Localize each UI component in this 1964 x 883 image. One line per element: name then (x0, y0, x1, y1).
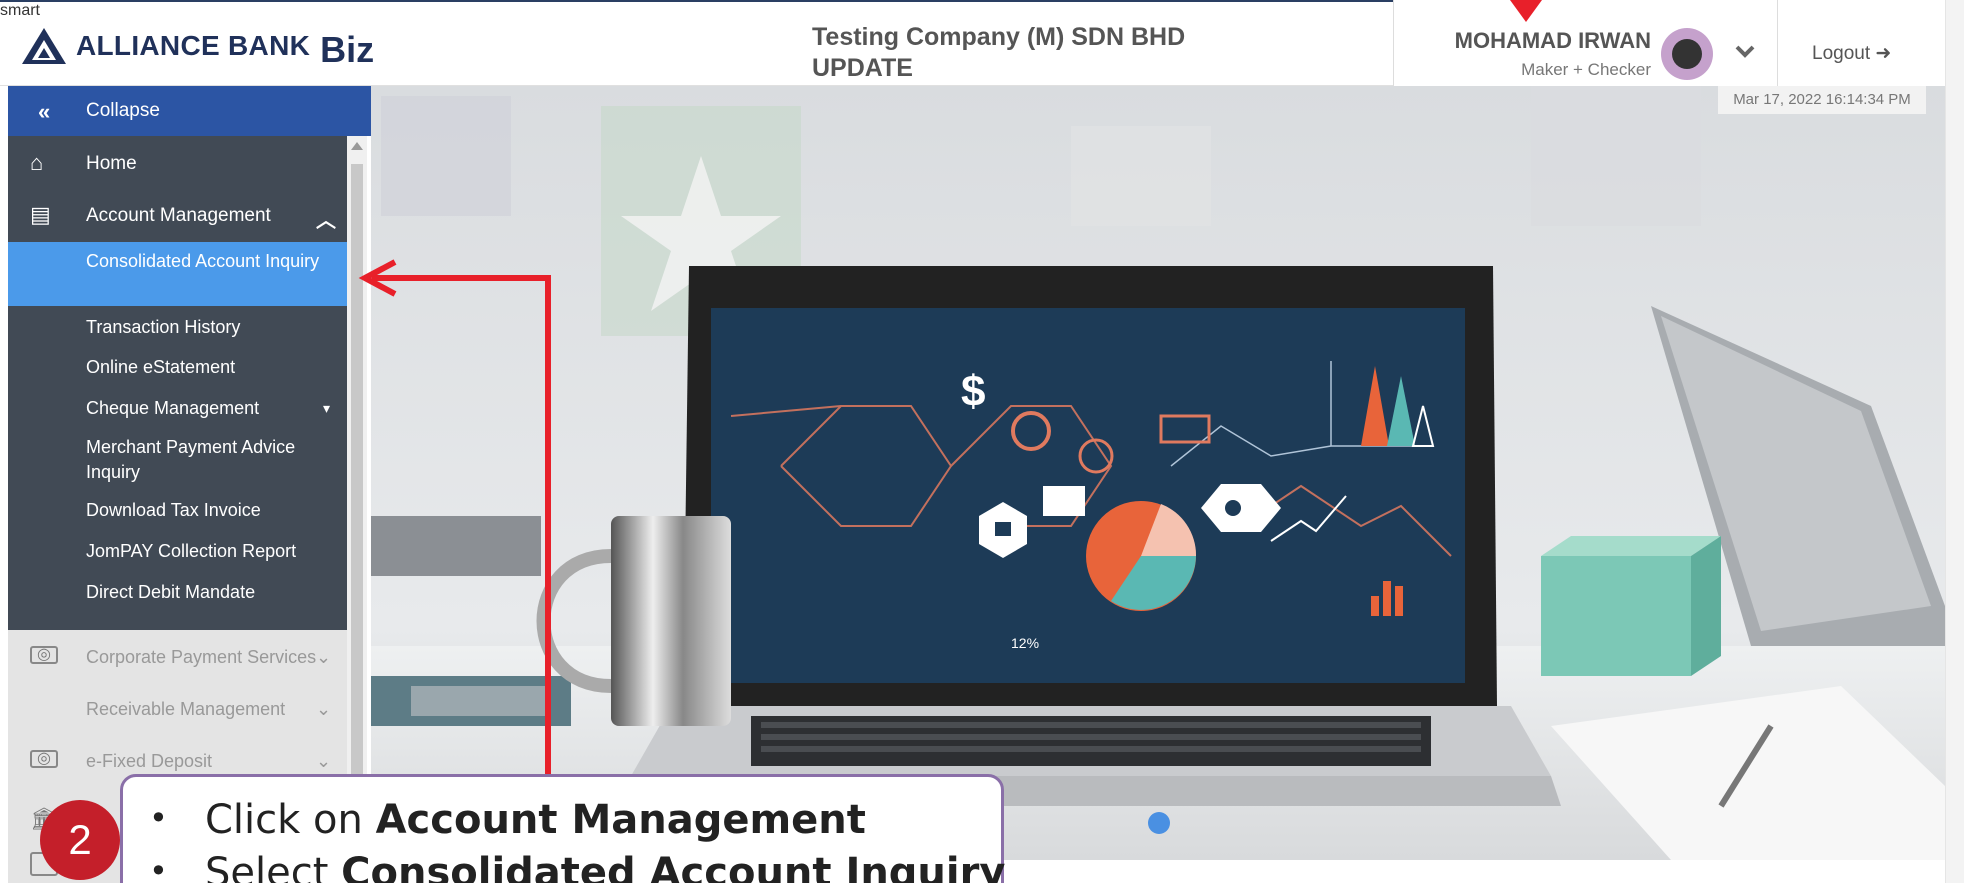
company-name: Testing Company (M) SDN BHD UPDATE (812, 22, 1185, 84)
submenu-label: Download Tax Invoice (86, 500, 261, 520)
instruction-2-bold: Consolidated Account Inquiry (341, 850, 1006, 883)
banknote-icon: ◎ (30, 646, 58, 664)
submenu-label: Merchant Payment Advice Inquiry (86, 437, 296, 482)
step-number-badge: 2 (40, 800, 120, 880)
sidebar-item-label: Account Management (86, 205, 271, 226)
sidebar-item-corporate-payment-services[interactable]: ◎ Corporate Payment Services ⌄ (8, 645, 347, 675)
sidebar-item-label: e-Fixed Deposit (86, 751, 213, 771)
scroll-up-icon[interactable] (351, 142, 363, 150)
instruction-1-prefix: Click on (205, 797, 376, 843)
avatar-user-icon (1672, 39, 1702, 69)
submenu-label: Transaction History (86, 317, 241, 337)
logout-button[interactable]: Logout ➜ (1812, 42, 1891, 65)
sidebar-item-account-management[interactable]: ▤ Account Management ︿ (8, 202, 347, 232)
hero-banner-image: $ 12% (371, 86, 1945, 860)
double-chevron-left-icon: « (38, 99, 51, 124)
submenu-merchant-payment-advice-inquiry[interactable]: Merchant Payment Advice Inquiry (8, 435, 347, 487)
logout-label: Logout (1812, 43, 1871, 64)
submenu-label: Direct Debit Mandate (86, 582, 256, 602)
submenu-online-estatement[interactable]: Online eStatement (8, 355, 347, 385)
alliance-bank-logo[interactable]: ALLIANCE BANK Biz (20, 26, 374, 70)
submenu-cheque-management[interactable]: Cheque Management ▾ (8, 396, 347, 426)
chevron-down-icon[interactable] (1730, 36, 1760, 66)
document-ledger-icon: ▤ (30, 202, 51, 227)
company-name-line2: UPDATE (812, 54, 913, 82)
sidebar-item-label: Receivable Management (86, 699, 286, 719)
submenu-direct-debit-mandate[interactable]: Direct Debit Mandate (8, 580, 347, 610)
sidebar-item-label: Corporate Payment Services (86, 647, 317, 667)
instruction-1-bold: Account Management (375, 797, 866, 843)
user-name: MOHAMAD IRWAN (1454, 28, 1651, 53)
last-login-datetime: Mar 17, 2022 16:14:34 PM (1718, 86, 1926, 114)
instruction-list: Click on Account Management Select Conso… (149, 795, 1005, 883)
submenu-label: Cheque Management (86, 398, 260, 418)
avatar[interactable] (1661, 28, 1713, 80)
submenu-consolidated-account-inquiry[interactable]: Consolidated Account Inquiry (8, 242, 347, 306)
instruction-step-1: Click on Account Management (149, 795, 1005, 848)
company-name-line1: Testing Company (M) SDN BHD (812, 23, 1186, 51)
banknote-icon: ◎ (30, 750, 58, 768)
instruction-callout: Click on Account Management Select Conso… (120, 774, 1005, 883)
sidebar-scrollbar[interactable] (347, 136, 367, 883)
collapse-label: Collapse (86, 100, 160, 121)
alliance-triangle-icon (22, 28, 66, 64)
instruction-2-prefix: Select (205, 850, 342, 883)
svg-text:$: $ (961, 367, 985, 416)
collapse-button[interactable]: « Collapse (8, 86, 371, 136)
laptop-desk-illustration: $ 12% (371, 86, 1945, 860)
chevron-down-icon: ⌄ (316, 647, 332, 667)
sidebar-item-home[interactable]: ⌂ Home (8, 150, 347, 180)
user-role: Maker + Checker (1521, 60, 1651, 79)
submenu-label: JomPAY Collection Report (86, 541, 297, 561)
sidebar-item-receivable-management[interactable]: Receivable Management ⌄ (8, 697, 347, 727)
submenu-label: Online eStatement (86, 357, 236, 377)
submenu-transaction-history[interactable]: Transaction History (8, 315, 347, 345)
logo-smart: smart (0, 2, 40, 19)
submenu-download-tax-invoice[interactable]: Download Tax Invoice (8, 498, 347, 528)
caret-down-icon: ▾ (323, 400, 331, 416)
chevron-down-icon: ⌄ (316, 751, 332, 771)
sidebar-item-label: Home (86, 153, 137, 174)
chevron-up-icon: ︿ (316, 210, 336, 232)
page-scrollbar[interactable] (1945, 0, 1964, 883)
logo-biz: Biz (320, 29, 375, 70)
logout-icon: ➜ (1875, 43, 1892, 64)
chevron-down-icon: ⌄ (316, 699, 332, 719)
submenu-jompay-collection-report[interactable]: JomPAY Collection Report (8, 539, 347, 569)
submenu-label: Consolidated Account Inquiry (86, 251, 320, 271)
hero-percent-label: 12% (1011, 635, 1039, 651)
logo-bank-name: ALLIANCE BANK (76, 30, 311, 61)
instruction-step-2: Select Consolidated Account Inquiry (149, 848, 1005, 883)
home-icon: ⌂ (30, 150, 44, 175)
